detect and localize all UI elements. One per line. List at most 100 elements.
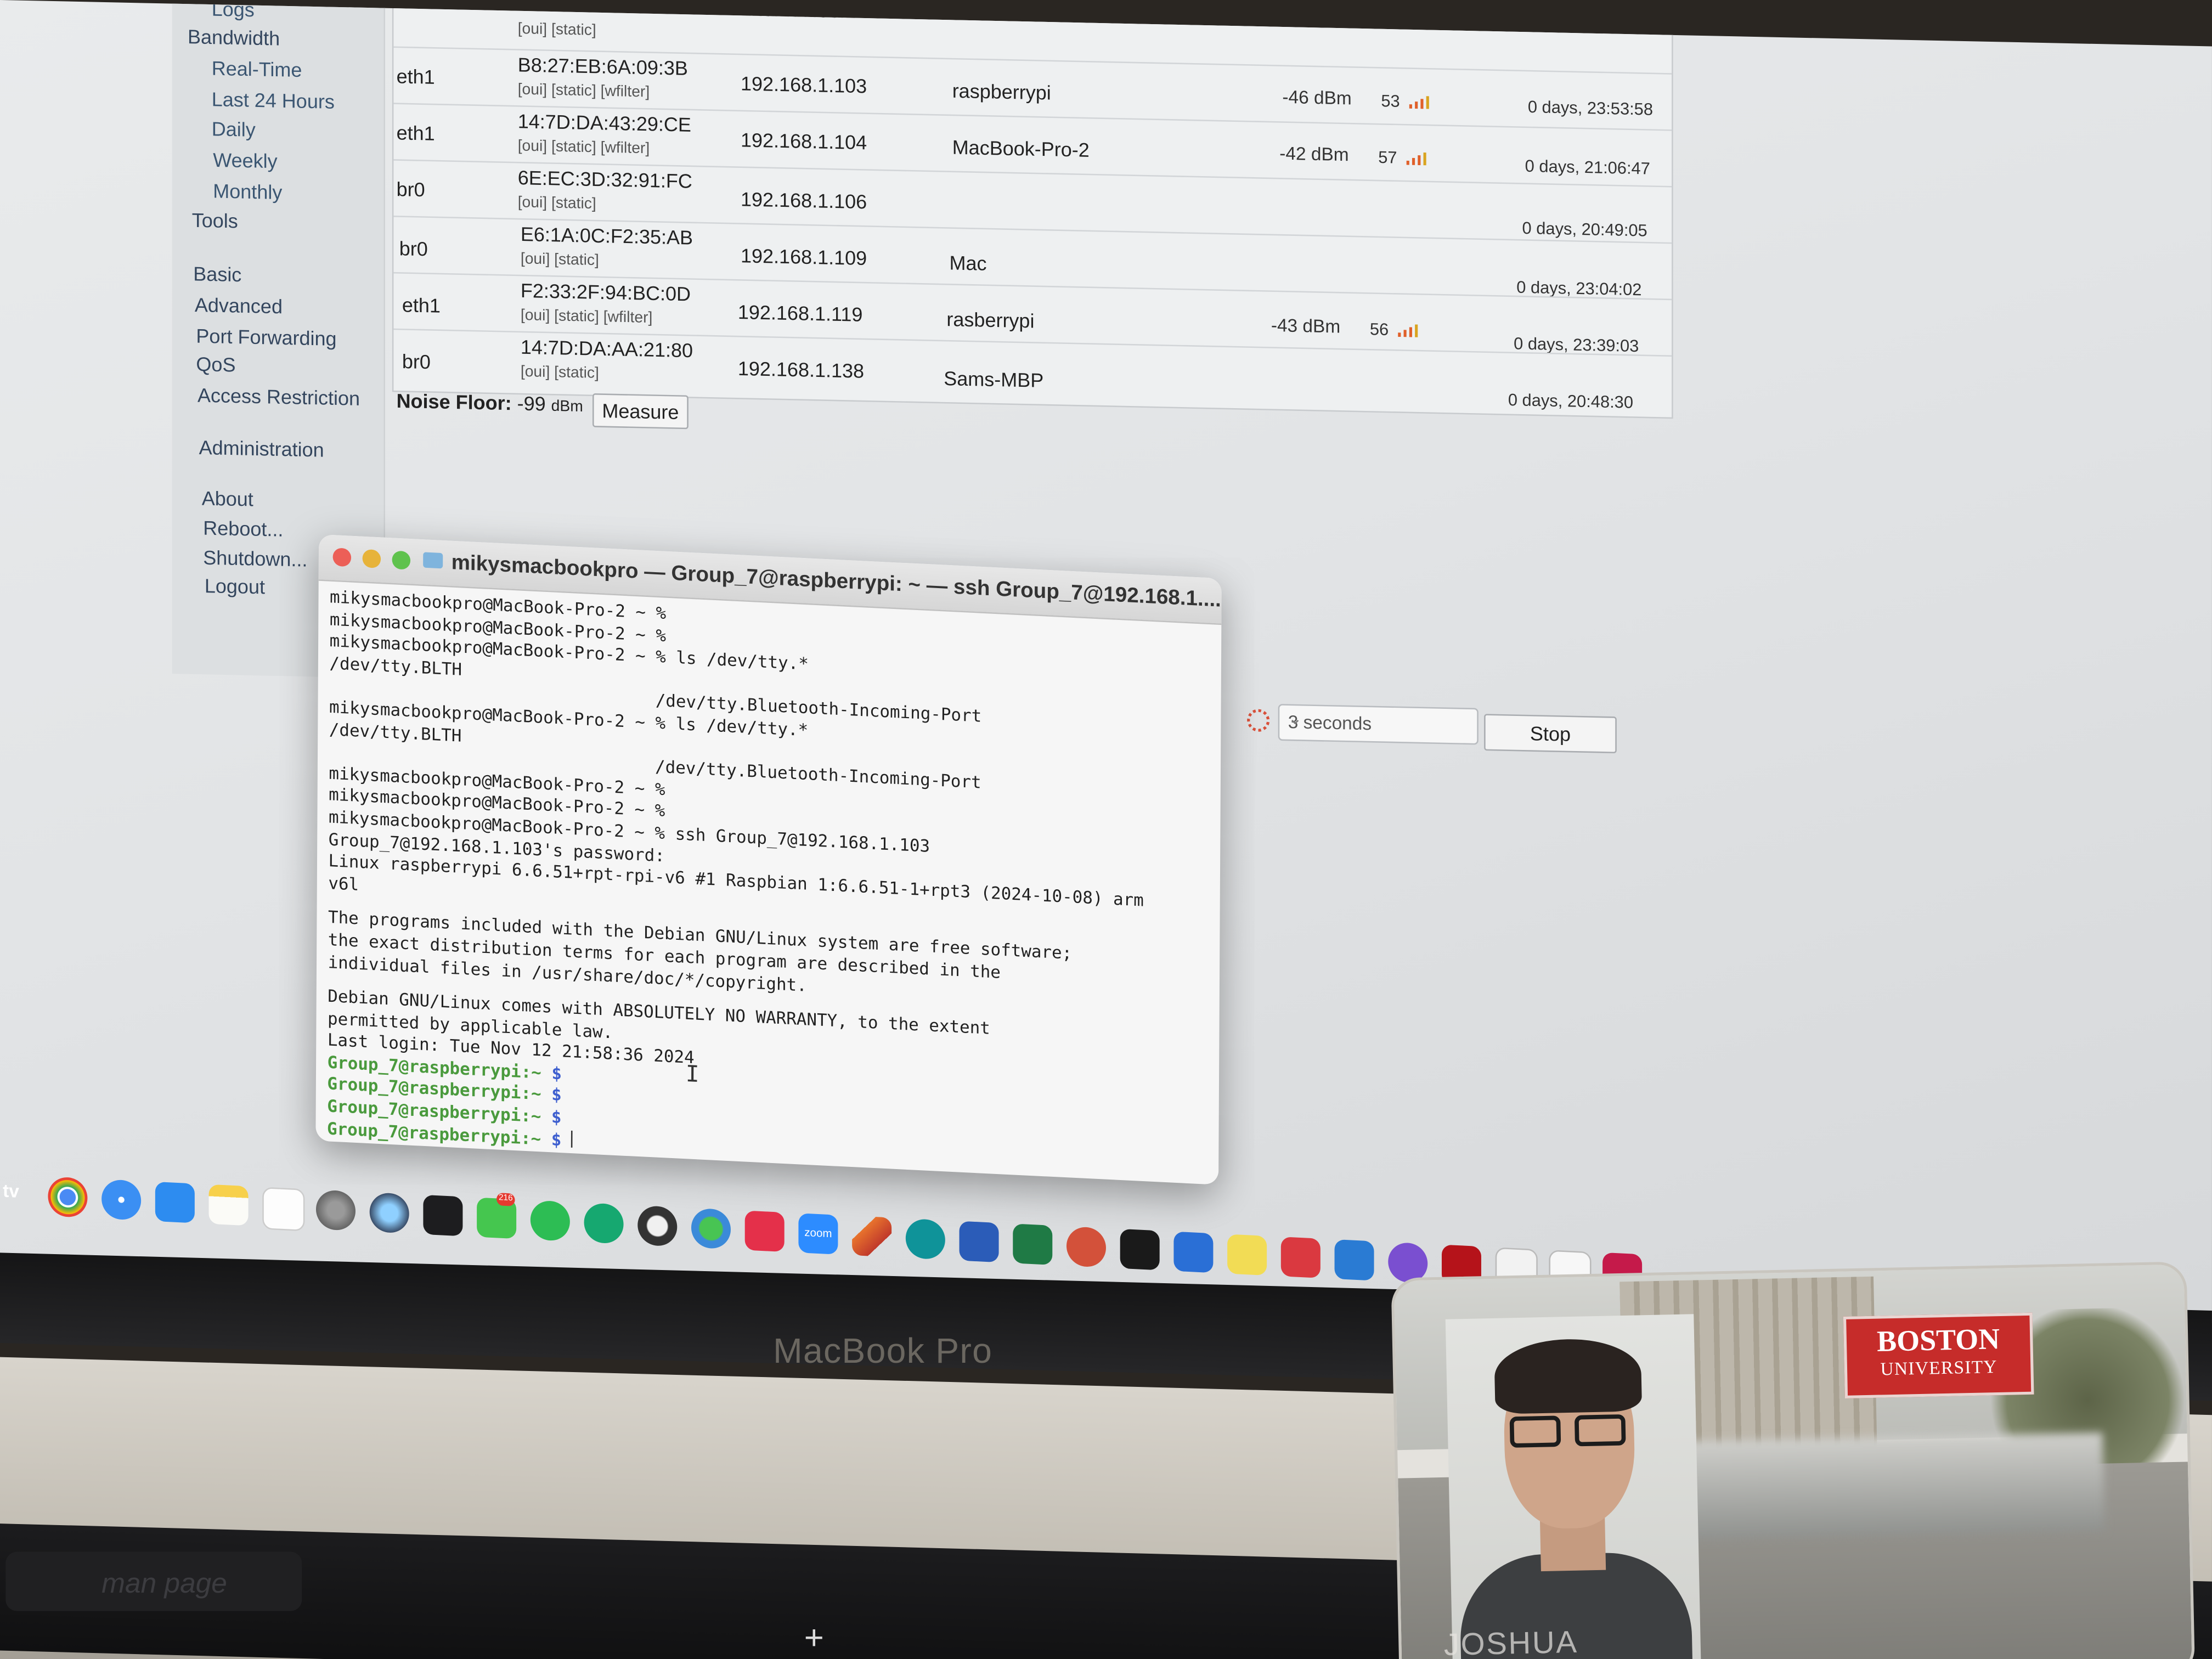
refresh-interval-select[interactable]: 3 seconds ⌄: [1278, 704, 1479, 745]
id-photo: [1445, 1314, 1702, 1659]
signal-bars-icon: [1398, 323, 1423, 337]
rssi-cell: -42 dBm: [1279, 142, 1349, 165]
matlab-icon[interactable]: [852, 1216, 892, 1257]
word-icon[interactable]: [959, 1221, 999, 1263]
terminal-output[interactable]: mikysmacbookpro@MacBook-Pro-2 ~ % mikysm…: [327, 587, 1210, 1183]
iface-cell: eth1: [396, 121, 435, 145]
nav-about[interactable]: About: [202, 487, 253, 510]
ip-cell: 192.168.1.119: [737, 300, 863, 326]
mac-cell: 6E:EC:3D:32:91:FC: [517, 166, 692, 193]
close-icon[interactable]: [332, 548, 352, 567]
system-settings-icon[interactable]: [315, 1189, 356, 1231]
nav-administration[interactable]: Administration: [199, 436, 324, 461]
quality-cell: 57: [1378, 147, 1397, 168]
glasses-icon: [1509, 1414, 1632, 1451]
iface-cell: eth1: [402, 293, 441, 317]
uptime-cell: 0 days, 23:53:58: [1527, 97, 1653, 120]
portrait-hair: [1493, 1338, 1643, 1414]
notes-icon[interactable]: [208, 1184, 249, 1226]
mac-cell: E6:1A:0C:F2:35:AB: [520, 222, 693, 249]
minimize-icon[interactable]: [362, 549, 381, 568]
zoom-icon[interactable]: zoom: [798, 1213, 838, 1255]
nav-tools[interactable]: Tools: [192, 208, 238, 232]
iface-cell: br0: [396, 177, 425, 201]
nav-qos[interactable]: QoS: [196, 353, 235, 376]
terminal-icon[interactable]: [1120, 1228, 1160, 1271]
nav-real-time[interactable]: Real-Time: [212, 57, 302, 81]
meta-cell: [oui] [static] [wfilter]: [520, 307, 653, 327]
noise-floor: Noise Floor: -99 dBm: [397, 389, 583, 415]
powerpoint-icon[interactable]: [1066, 1226, 1106, 1268]
ip-cell: 192.168.1.106: [740, 187, 867, 213]
time-machine-icon[interactable]: [637, 1205, 678, 1247]
noise-floor-value: -99: [517, 392, 546, 415]
whatsapp-icon[interactable]: [530, 1200, 570, 1242]
uptime-cell: 0 days, 21:06:47: [1525, 156, 1650, 179]
hostname-cell: Mac: [949, 251, 987, 275]
photo-scene: Logs Bandwidth Real-Time Last 24 Hours D…: [0, 0, 2212, 1659]
id-card: BOSTON UNIVERSITY JOSHUA: [1391, 1261, 2196, 1659]
grammarly-icon[interactable]: [584, 1203, 624, 1244]
nav-shutdown[interactable]: Shutdown...: [203, 546, 307, 571]
safari-icon[interactable]: [101, 1179, 142, 1221]
chevron-down-icon: ⌄: [1288, 708, 1302, 729]
logo-line-1: BOSTON: [1876, 1322, 2000, 1358]
meta-cell: [oui] [static] [wfilter]: [517, 138, 650, 158]
stickies-icon[interactable]: [1227, 1234, 1267, 1276]
text-cursor: [571, 1130, 573, 1148]
uptime-cell: 0 days, 20:49:05: [1522, 218, 1647, 241]
vscode-icon[interactable]: [1334, 1239, 1374, 1281]
freeform-icon[interactable]: [262, 1187, 305, 1232]
nav-port-forwarding[interactable]: Port Forwarding: [196, 324, 336, 350]
ip-cell: 192.168.1.138: [737, 357, 865, 382]
nav-basic[interactable]: Basic: [193, 262, 241, 286]
ibeam-cursor-icon: I: [685, 1060, 699, 1088]
app-store-icon[interactable]: [155, 1181, 195, 1223]
expressvpn-icon[interactable]: [1280, 1237, 1321, 1278]
nav-daily[interactable]: Daily: [212, 117, 256, 141]
xcode-icon[interactable]: [1173, 1231, 1214, 1273]
laptop-brand-label: MacBook Pro: [773, 1331, 993, 1372]
iface-cell: br0: [399, 236, 428, 261]
quality-cell: 53: [1381, 91, 1400, 111]
find-my-icon[interactable]: [691, 1207, 731, 1250]
arduino-icon[interactable]: [905, 1218, 945, 1260]
creative-cloud-icon[interactable]: [744, 1210, 785, 1252]
nav-bandwidth[interactable]: Bandwidth: [188, 25, 280, 50]
chrome-icon[interactable]: [48, 1176, 88, 1218]
nav-access-restriction[interactable]: Access Restriction: [198, 383, 360, 409]
measure-button[interactable]: Measure: [592, 393, 689, 430]
nav-logs[interactable]: Logs: [212, 0, 255, 21]
ip-cell: 128.197.53.1: [740, 0, 856, 22]
stop-button[interactable]: Stop: [1484, 714, 1617, 754]
terminal-window[interactable]: mikysmacbookpro — Group_7@raspberrypi: ~…: [315, 534, 1222, 1185]
meta-cell: [oui] [static]: [520, 251, 599, 269]
ip-cell: 192.168.1.103: [740, 72, 867, 98]
nav-monthly[interactable]: Monthly: [213, 179, 282, 204]
nav-weekly[interactable]: Weekly: [213, 148, 277, 172]
excel-icon[interactable]: [1013, 1223, 1053, 1265]
nav-advanced[interactable]: Advanced: [195, 294, 283, 318]
vpn-icon[interactable]: [369, 1192, 409, 1234]
card-name: JOSHUA: [1443, 1624, 1579, 1659]
apple-tv-icon[interactable]: tv: [3, 1180, 19, 1202]
nav-logout[interactable]: Logout: [205, 574, 265, 598]
rssi-cell: -43 dBm: [1271, 314, 1341, 337]
activity-monitor-icon[interactable]: [423, 1194, 463, 1237]
logo-line-2: UNIVERSITY: [1880, 1356, 1998, 1380]
nav-last-24-hours[interactable]: Last 24 Hours: [212, 88, 335, 113]
loading-spinner-icon: [1247, 709, 1270, 732]
iface-cell: br0: [402, 349, 431, 373]
add-bookmark-icon[interactable]: +: [804, 1620, 824, 1659]
iface-cell: vlan1: [397, 0, 444, 8]
signal-bars-icon: [1409, 94, 1435, 109]
mac-cell: F2:33:2F:94:BC:0D: [520, 279, 691, 306]
mac-cell: 14:7D:DA:43:29:CE: [517, 109, 691, 136]
touch-bar-text: man page: [101, 1568, 227, 1600]
laptop-screen: Logs Bandwidth Real-Time Last 24 Hours D…: [0, 0, 2212, 1323]
zoom-icon[interactable]: [392, 550, 411, 570]
iface-cell: eth1: [396, 64, 435, 88]
meta-cell: [oui] [static] [wfilter]: [517, 81, 650, 101]
nav-reboot[interactable]: Reboot...: [203, 516, 283, 540]
mac-cell: B8:27:EB:6A:09:3B: [517, 53, 688, 80]
